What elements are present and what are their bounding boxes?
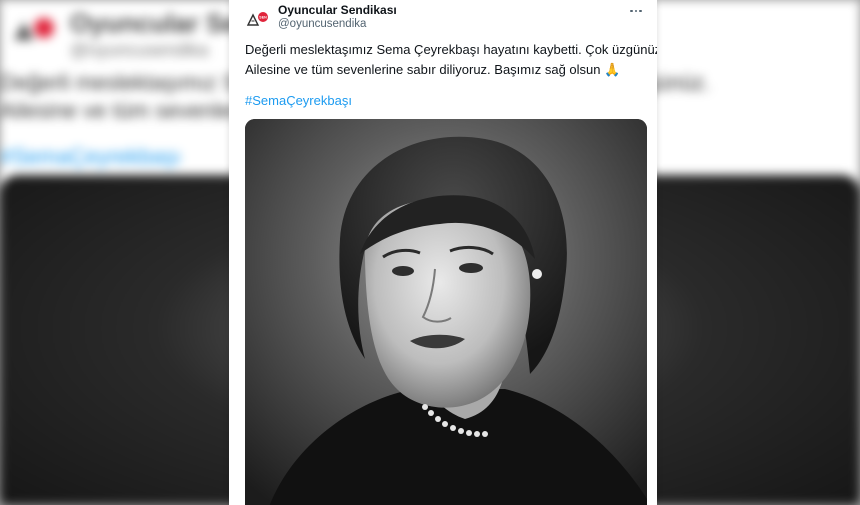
display-name[interactable]: Oyuncular Sendikası (278, 3, 397, 17)
tweet-card: SEN Oyuncular Sendikası @oyuncusendika D… (229, 0, 657, 505)
portrait-photo[interactable] (245, 119, 647, 505)
tweet-text: Değerli meslektaşımız Sema Çeyrekbaşı ha… (245, 40, 657, 80)
hashtag-link[interactable]: #SemaÇeyrekbaşı (245, 93, 352, 108)
tweet-text-line2: Ailesine ve tüm sevenlerine sabır diliyo… (245, 62, 621, 77)
avatar-logo-icon[interactable]: SEN (245, 5, 271, 31)
svg-text:SEN: SEN (259, 16, 267, 20)
user-handle[interactable]: @oyuncusendika (278, 18, 366, 30)
portrait-illustration (245, 119, 647, 505)
blurred-hashtag: #SemaÇeyrekbaşı (0, 144, 181, 169)
blurred-logo-icon (14, 18, 54, 40)
blurred-handle: @oyuncusendika (70, 40, 209, 60)
more-options-icon[interactable] (627, 4, 645, 18)
tweet-header: SEN Oyuncular Sendikası @oyuncusendika (229, 0, 657, 40)
tweet-text-line1: Değerli meslektaşımız Sema Çeyrekbaşı ha… (245, 42, 657, 57)
